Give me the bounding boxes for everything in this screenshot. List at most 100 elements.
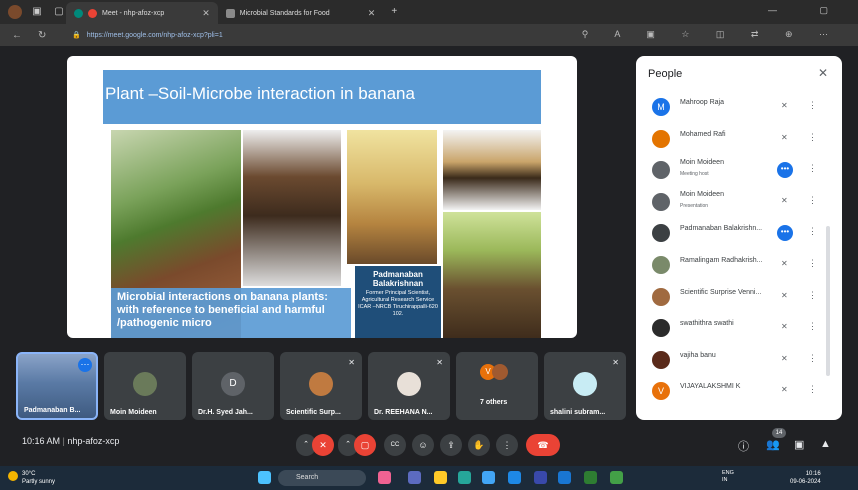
list-item[interactable]: vajiha banu ✕ ⋮ (636, 345, 842, 377)
tile-participant[interactable]: D Dr.H. Syed Jah... (192, 352, 274, 420)
list-item[interactable]: Scientific Surprise Venni... ✕ ⋮ (636, 282, 842, 314)
participant-role: Presentation (680, 202, 709, 209)
tile-participant[interactable]: Moin Moideen (104, 352, 186, 420)
list-item[interactable]: Padmanaban Balakrishn... ••• ⋮ (636, 218, 842, 250)
url-text: https://meet.google.com/nhp-afoz-xcp?pli… (86, 32, 223, 39)
weather-widget[interactable]: 30°C Partly sunny (8, 470, 55, 486)
people-title: People (648, 68, 683, 80)
browser-tab-bar: ▣ ▢ Meet - nhp-afoz-xcp ✕ Microbial Stan… (0, 0, 858, 24)
captions-button[interactable]: CC (384, 434, 406, 456)
raise-hand-button[interactable]: ✋ (468, 434, 490, 456)
list-item[interactable]: Moin Moideen Meeting host ••• ⋮ (636, 155, 842, 187)
mic-off-icon: ✕ (781, 385, 788, 395)
weather-icon (8, 471, 18, 481)
url-field[interactable]: 🔒 https://meet.google.com/nhp-afoz-xcp?pl… (72, 31, 223, 39)
page-favicon-icon (225, 8, 235, 18)
app-icon[interactable] (378, 471, 391, 484)
more-vert-icon[interactable]: ⋮ (808, 258, 817, 269)
more-vert-icon[interactable]: ⋮ (808, 226, 817, 237)
tab-meet[interactable]: Meet - nhp-afoz-xcp ✕ (66, 2, 218, 24)
more-vert-icon[interactable]: ⋮ (808, 195, 817, 206)
list-item[interactable]: Mohamed Rafi ✕ ⋮ (636, 124, 842, 156)
activities-icon[interactable]: ▲ (820, 438, 831, 450)
tab-actions-icon[interactable]: ▢ (52, 5, 66, 19)
workspaces-icon[interactable]: ▣ (30, 5, 44, 19)
tile-participant[interactable]: ✕ Dr. REEHANA N... (368, 352, 450, 420)
camera-toggle-button[interactable]: ▢ (354, 434, 376, 456)
app-icon[interactable] (508, 471, 521, 484)
list-item[interactable]: swathithra swathi ✕ ⋮ (636, 313, 842, 345)
store-icon[interactable] (482, 471, 495, 484)
app-icon[interactable] (534, 471, 547, 484)
tile-self[interactable]: ⋯ Padmanaban B... (16, 352, 98, 420)
list-item[interactable]: M Mahroop Raja ✕ ⋮ (636, 92, 842, 124)
tile-name: 7 others (480, 399, 508, 406)
participant-name: swathithra swathi (680, 320, 734, 328)
mic-off-icon: ✕ (612, 358, 619, 367)
mic-off-icon: ✕ (348, 358, 355, 367)
panel-scrollbar[interactable] (826, 226, 830, 376)
profile-icon[interactable] (8, 5, 22, 19)
leave-call-button[interactable]: ☎ (526, 434, 560, 456)
participant-name: Padmanaban Balakrishn... (680, 225, 763, 233)
participant-name: Ramalingam Radhakrish... (680, 256, 763, 264)
tile-participant[interactable]: ✕ shalini subram... (544, 352, 626, 420)
more-vert-icon[interactable]: ⋮ (808, 100, 817, 111)
list-item[interactable]: Moin Moideen Presentation ✕ ⋮ (636, 187, 842, 219)
browser-toolbar-icons[interactable]: ⚲ A ▣ ☆ ◫ ⇄ ⊕ ⋯ (582, 29, 840, 40)
participant-role: Meeting host (680, 171, 709, 178)
edge-icon[interactable] (458, 471, 471, 484)
search-box[interactable]: Search (278, 470, 366, 486)
more-vert-icon[interactable]: ⋮ (808, 132, 817, 143)
list-item[interactable]: V VIJAYALAKSHMI K ✕ ⋮ (636, 376, 842, 408)
avatar: M (652, 98, 670, 116)
mic-toggle-button[interactable]: ✕ (312, 434, 334, 456)
task-view-icon[interactable] (408, 471, 421, 484)
avatar: V (652, 382, 670, 401)
more-vert-icon[interactable]: ⋮ (808, 163, 817, 174)
language-indicator[interactable]: ENG IN (722, 470, 734, 484)
people-count-badge: 14 (772, 428, 786, 438)
file-explorer-icon[interactable] (434, 471, 447, 484)
participant-name: Scientific Surprise Venni... (680, 288, 762, 296)
tile-name: shalini subram... (550, 409, 606, 416)
close-panel-icon[interactable]: ✕ (818, 66, 828, 80)
tile-participant[interactable]: ✕ Scientific Surp... (280, 352, 362, 420)
start-icon[interactable] (258, 471, 271, 484)
close-tab-icon[interactable]: ✕ (368, 8, 376, 19)
app-icon[interactable] (558, 471, 571, 484)
speaking-indicator-icon: ••• (777, 162, 793, 179)
meeting-details-icon[interactable]: ⓘ (738, 438, 749, 454)
back-icon[interactable]: ← (12, 30, 26, 41)
clock-date: 09-06-2024 (790, 479, 821, 485)
new-tab-icon[interactable]: + (387, 5, 401, 19)
more-vert-icon[interactable]: ⋮ (808, 290, 817, 301)
close-tab-icon[interactable]: ✕ (202, 8, 210, 19)
lang: ENG (722, 470, 734, 476)
tile-name: Moin Moideen (110, 409, 157, 416)
participant-name: Moin Moideen (680, 190, 724, 198)
emoji-button[interactable]: ☺ (412, 434, 434, 456)
slide-title: Plant –Soil-Microbe interaction in banan… (105, 84, 415, 103)
list-item[interactable]: Ramalingam Radhakrish... ✕ ⋮ (636, 250, 842, 282)
app-icon[interactable] (610, 471, 623, 484)
app-icon[interactable] (584, 471, 597, 484)
tile-name: Padmanaban B... (24, 407, 81, 414)
people-icon[interactable]: 👥 (766, 438, 780, 451)
more-options-button[interactable]: ⋮ (496, 434, 518, 456)
clock[interactable]: 10:16 09-06-2024 (790, 470, 821, 486)
recording-icon (88, 8, 97, 18)
reload-icon[interactable]: ↻ (38, 30, 52, 41)
more-vert-icon[interactable]: ⋮ (808, 384, 817, 395)
meet-favicon-icon (74, 8, 83, 18)
tab-microbial-standards[interactable]: Microbial Standards for Food ✕ (218, 2, 383, 24)
presenter-nameplate: Padmanaban Balakrishnan Former Principal… (355, 266, 441, 338)
window-controls[interactable]: — ▢ (768, 5, 848, 16)
avatar (652, 161, 670, 180)
more-vert-icon[interactable]: ⋮ (808, 353, 817, 364)
present-button[interactable]: ⇪ (440, 434, 462, 456)
chat-icon[interactable]: ▣ (794, 438, 804, 451)
tile-others[interactable]: V 7 others (456, 352, 538, 420)
more-vert-icon[interactable]: ⋮ (808, 321, 817, 332)
more-options-icon[interactable]: ⋯ (78, 358, 92, 372)
